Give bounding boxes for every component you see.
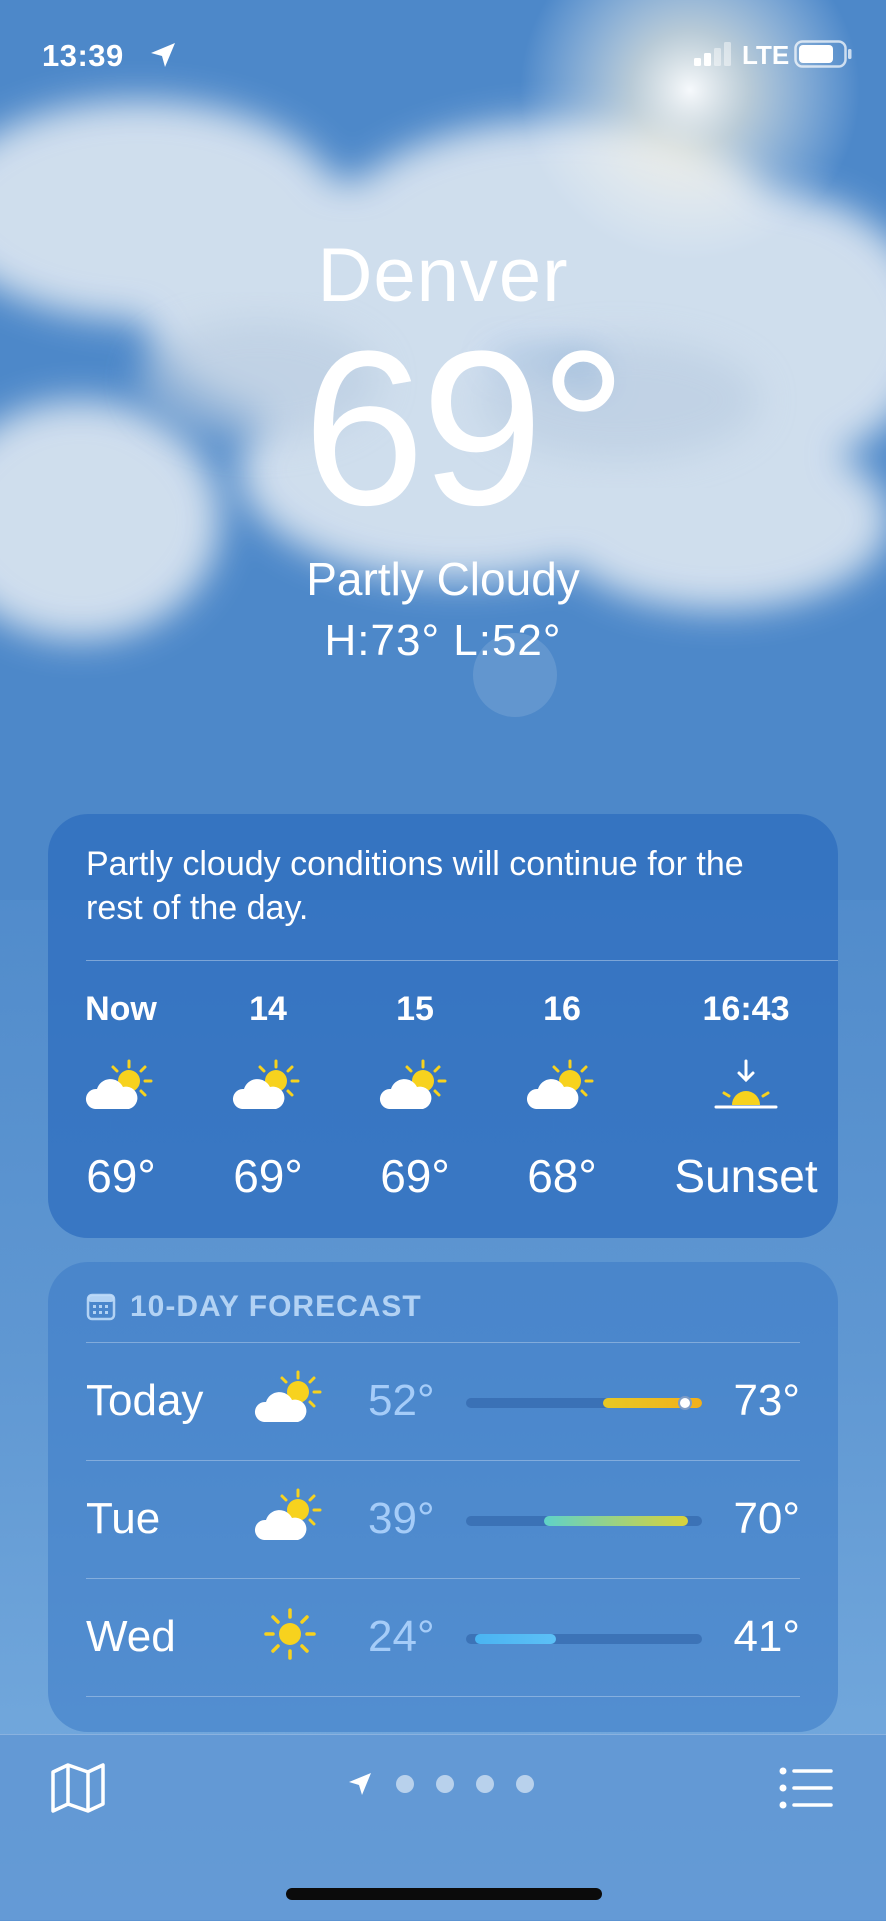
partly-cloudy-icon <box>254 1370 322 1422</box>
network-type: LTE <box>742 40 790 70</box>
hour-temperature: Sunset <box>674 1150 818 1202</box>
status-time: 13:39 <box>42 38 124 73</box>
high-low-temperature: H:73° L:52° <box>324 616 562 665</box>
weather-summary: Partly cloudy conditions will continue f… <box>86 845 744 927</box>
partly-cloudy-icon <box>85 1059 153 1109</box>
forecast-header: 10-DAY FORECAST <box>86 1290 422 1324</box>
forecast-low: 52° <box>368 1376 435 1425</box>
map-icon[interactable] <box>50 1762 106 1814</box>
forecast-high: 41° <box>733 1612 800 1661</box>
hour-item: 15 69° <box>360 990 470 1203</box>
forecast-low: 39° <box>368 1494 435 1543</box>
hour-item: Now 69° <box>66 990 176 1203</box>
temperature-range-bar <box>466 1634 702 1644</box>
sunset-icon <box>714 1059 778 1109</box>
hour-temperature: 68° <box>527 1150 597 1202</box>
page-dot[interactable] <box>476 1775 494 1793</box>
page-dot[interactable] <box>516 1775 534 1793</box>
sun-icon <box>264 1608 316 1660</box>
current-condition: Partly Cloudy <box>306 553 580 605</box>
hour-temperature: 69° <box>380 1150 450 1202</box>
list-icon[interactable] <box>778 1766 834 1810</box>
hour-label: 16:43 <box>702 990 790 1028</box>
calendar-icon <box>86 1293 116 1321</box>
partly-cloudy-icon <box>526 1059 594 1109</box>
home-indicator <box>286 1888 602 1900</box>
forecast-row[interactable]: Tue 39° 70° <box>86 1460 800 1578</box>
forecast-high: 70° <box>733 1494 800 1543</box>
forecast-day: Today <box>86 1376 204 1425</box>
forecast-high: 73° <box>733 1376 800 1425</box>
current-temperature: 69° <box>302 305 628 551</box>
partly-cloudy-icon <box>232 1059 300 1109</box>
hour-item: 14 69° <box>213 990 323 1203</box>
hour-temperature: 69° <box>86 1150 156 1202</box>
hour-label: Now <box>85 990 157 1028</box>
location-arrow-icon[interactable] <box>346 1770 374 1798</box>
page-indicator[interactable] <box>346 1770 534 1798</box>
row-divider <box>86 1696 800 1697</box>
forecast-day: Wed <box>86 1612 176 1661</box>
temperature-range-fill <box>475 1634 556 1644</box>
partly-cloudy-icon <box>379 1059 447 1109</box>
ten-day-forecast-card[interactable]: 10-DAY FORECAST Today 52° 73° Tue 39° 70… <box>48 1262 838 1732</box>
forecast-low: 24° <box>368 1612 435 1661</box>
page-dot[interactable] <box>396 1775 414 1793</box>
forecast-day: Tue <box>86 1494 161 1543</box>
page-dot[interactable] <box>436 1775 454 1793</box>
partly-cloudy-icon <box>254 1488 322 1540</box>
location-arrow-icon <box>151 43 175 67</box>
card-divider <box>86 960 838 961</box>
temperature-range-bar <box>466 1516 702 1526</box>
forecast-row[interactable]: Today 52° 73° <box>86 1342 800 1460</box>
forecast-row[interactable]: Wed 24° 41° <box>86 1578 800 1696</box>
hour-temperature: 69° <box>233 1150 303 1202</box>
battery-icon <box>794 40 852 68</box>
hour-item: 16:43 Sunset <box>666 990 826 1203</box>
temperature-range-fill <box>543 1516 688 1526</box>
hour-label: 15 <box>396 990 434 1028</box>
forecast-header-label: 10-DAY FORECAST <box>130 1290 422 1323</box>
hour-label: 14 <box>249 990 287 1028</box>
hour-item: 16 68° <box>507 990 617 1203</box>
temperature-range-bar <box>466 1396 702 1410</box>
hourly-forecast-card[interactable]: Partly cloudy conditions will continue f… <box>48 814 838 1238</box>
cellular-signal-icon <box>694 42 731 66</box>
hour-label: 16 <box>543 990 581 1028</box>
